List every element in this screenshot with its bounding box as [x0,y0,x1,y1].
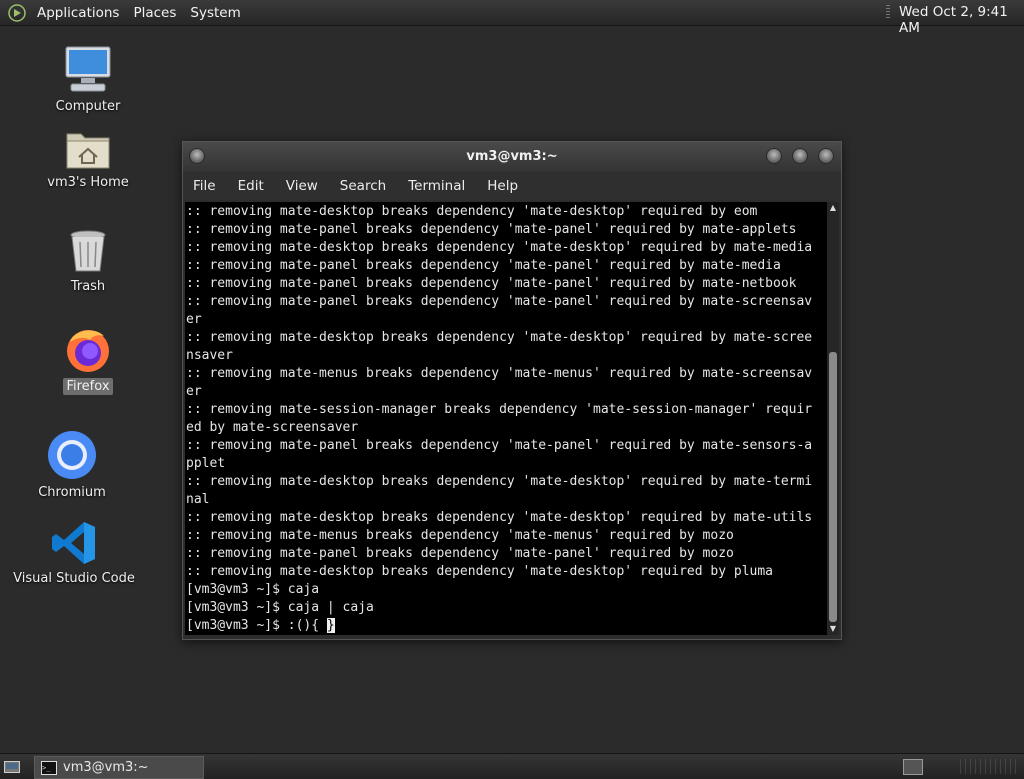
terminal-line: :: removing mate-panel breaks dependency… [186,294,813,309]
desktop-icon-label: vm3's Home [47,175,129,190]
terminal-output[interactable]: :: removing mate-desktop breaks dependen… [185,202,827,635]
terminal-line: [vm3@vm3 ~]$ caja | caja [186,600,374,615]
applications-menu[interactable]: Applications [30,5,126,21]
terminal-line: :: removing mate-panel breaks dependency… [186,438,813,453]
menu-edit[interactable]: Edit [227,178,275,194]
terminal-line: :: removing mate-panel breaks dependency… [186,546,734,561]
mate-logo-icon[interactable] [8,3,26,22]
maximize-button[interactable] [792,148,808,164]
minimize-button[interactable] [766,148,782,164]
scroll-down-arrow-icon[interactable]: ▼ [827,623,839,635]
close-button[interactable] [818,148,834,164]
terminal-line: :: removing mate-desktop breaks dependen… [186,564,773,579]
terminal-line: :: removing mate-menus breaks dependency… [186,528,734,543]
desktop-icon-label: Chromium [38,485,106,500]
terminal-menubar: File Edit View Search Terminal Help [183,172,841,200]
clock[interactable]: Wed Oct 2, 9:41 AM [899,4,1024,36]
desktop-icon-label: Computer [55,99,121,114]
firefox-icon [64,326,112,374]
top-panel: Applications Places System Wed Oct 2, 9:… [0,0,1024,36]
terminal-cursor: } [326,618,335,633]
panel-handle [960,759,1020,774]
terminal-line: pplet [186,456,226,471]
terminal-line: :: removing mate-panel breaks dependency… [186,258,781,273]
system-menu[interactable]: System [183,5,247,21]
bottom-panel: >_ vm3@vm3:~ [0,753,1024,779]
terminal-prompt-line[interactable]: [vm3@vm3 ~]$ :(){ } [186,617,812,635]
desktop-icon-home[interactable]: vm3's Home [38,128,138,191]
terminal-line: :: removing mate-desktop breaks dependen… [186,240,813,255]
menu-file[interactable]: File [183,178,227,194]
desktop-icon-vscode[interactable]: Visual Studio Code [13,520,135,587]
computer-icon [63,44,113,94]
window-title: vm3@vm3:~ [466,149,558,164]
terminal-line: :: removing mate-desktop breaks dependen… [186,330,813,345]
terminal-line: [vm3@vm3 ~]$ caja [186,582,320,597]
terminal-line: nal [186,492,210,507]
vscode-icon [51,520,97,566]
menu-help[interactable]: Help [476,178,529,194]
desktop-icon-label: Visual Studio Code [13,571,135,586]
terminal-window[interactable]: vm3@vm3:~ File Edit View Search Terminal… [182,141,842,640]
terminal-line: ed by mate-screensaver [186,420,359,435]
desktop-icon-firefox[interactable]: Firefox [48,326,128,395]
desktop-icon-label: Trash [70,279,106,294]
terminal-line: :: removing mate-menus breaks dependency… [186,366,813,381]
terminal-line: :: removing mate-desktop breaks dependen… [186,510,813,525]
terminal-line: :: removing mate-panel breaks dependency… [186,222,797,237]
terminal-line: er [186,384,202,399]
scrollbar-thumb[interactable] [829,352,837,622]
prompt-text: [vm3@vm3 ~]$ :(){ [186,618,327,633]
trash-icon [68,228,108,274]
desktop-icon-label: Firefox [63,378,113,395]
menu-terminal[interactable]: Terminal [397,178,476,194]
desktop-icon-computer[interactable]: Computer [48,44,128,115]
menu-search[interactable]: Search [329,178,397,194]
scroll-up-arrow-icon[interactable]: ▲ [827,202,839,214]
terminal-line: :: removing mate-desktop breaks dependen… [186,474,813,489]
home-folder-icon [65,128,111,170]
window-titlebar[interactable]: vm3@vm3:~ [183,142,841,172]
places-menu[interactable]: Places [126,5,183,21]
panel-handle [886,5,890,20]
show-desktop-icon[interactable] [4,759,20,773]
taskbar-button-terminal[interactable]: >_ vm3@vm3:~ [34,756,204,779]
terminal-lines: :: removing mate-desktop breaks dependen… [186,203,812,635]
terminal-line: er [186,312,202,327]
terminal-line: nsaver [186,348,233,363]
menu-view[interactable]: View [275,178,329,194]
desktop-icon-trash[interactable]: Trash [48,228,128,295]
taskbar-button-label: vm3@vm3:~ [63,760,149,775]
desktop-icon-chromium[interactable]: Chromium [32,430,112,501]
terminal-scrollbar[interactable]: ▲ ▼ [827,202,839,635]
terminal-line: :: removing mate-panel breaks dependency… [186,276,797,291]
chromium-icon [47,430,97,480]
workspace-switcher[interactable] [903,759,923,775]
terminal-line: :: removing mate-session-manager breaks … [186,402,813,417]
terminal-line: :: removing mate-desktop breaks dependen… [186,204,758,219]
terminal-icon: >_ [41,760,57,775]
